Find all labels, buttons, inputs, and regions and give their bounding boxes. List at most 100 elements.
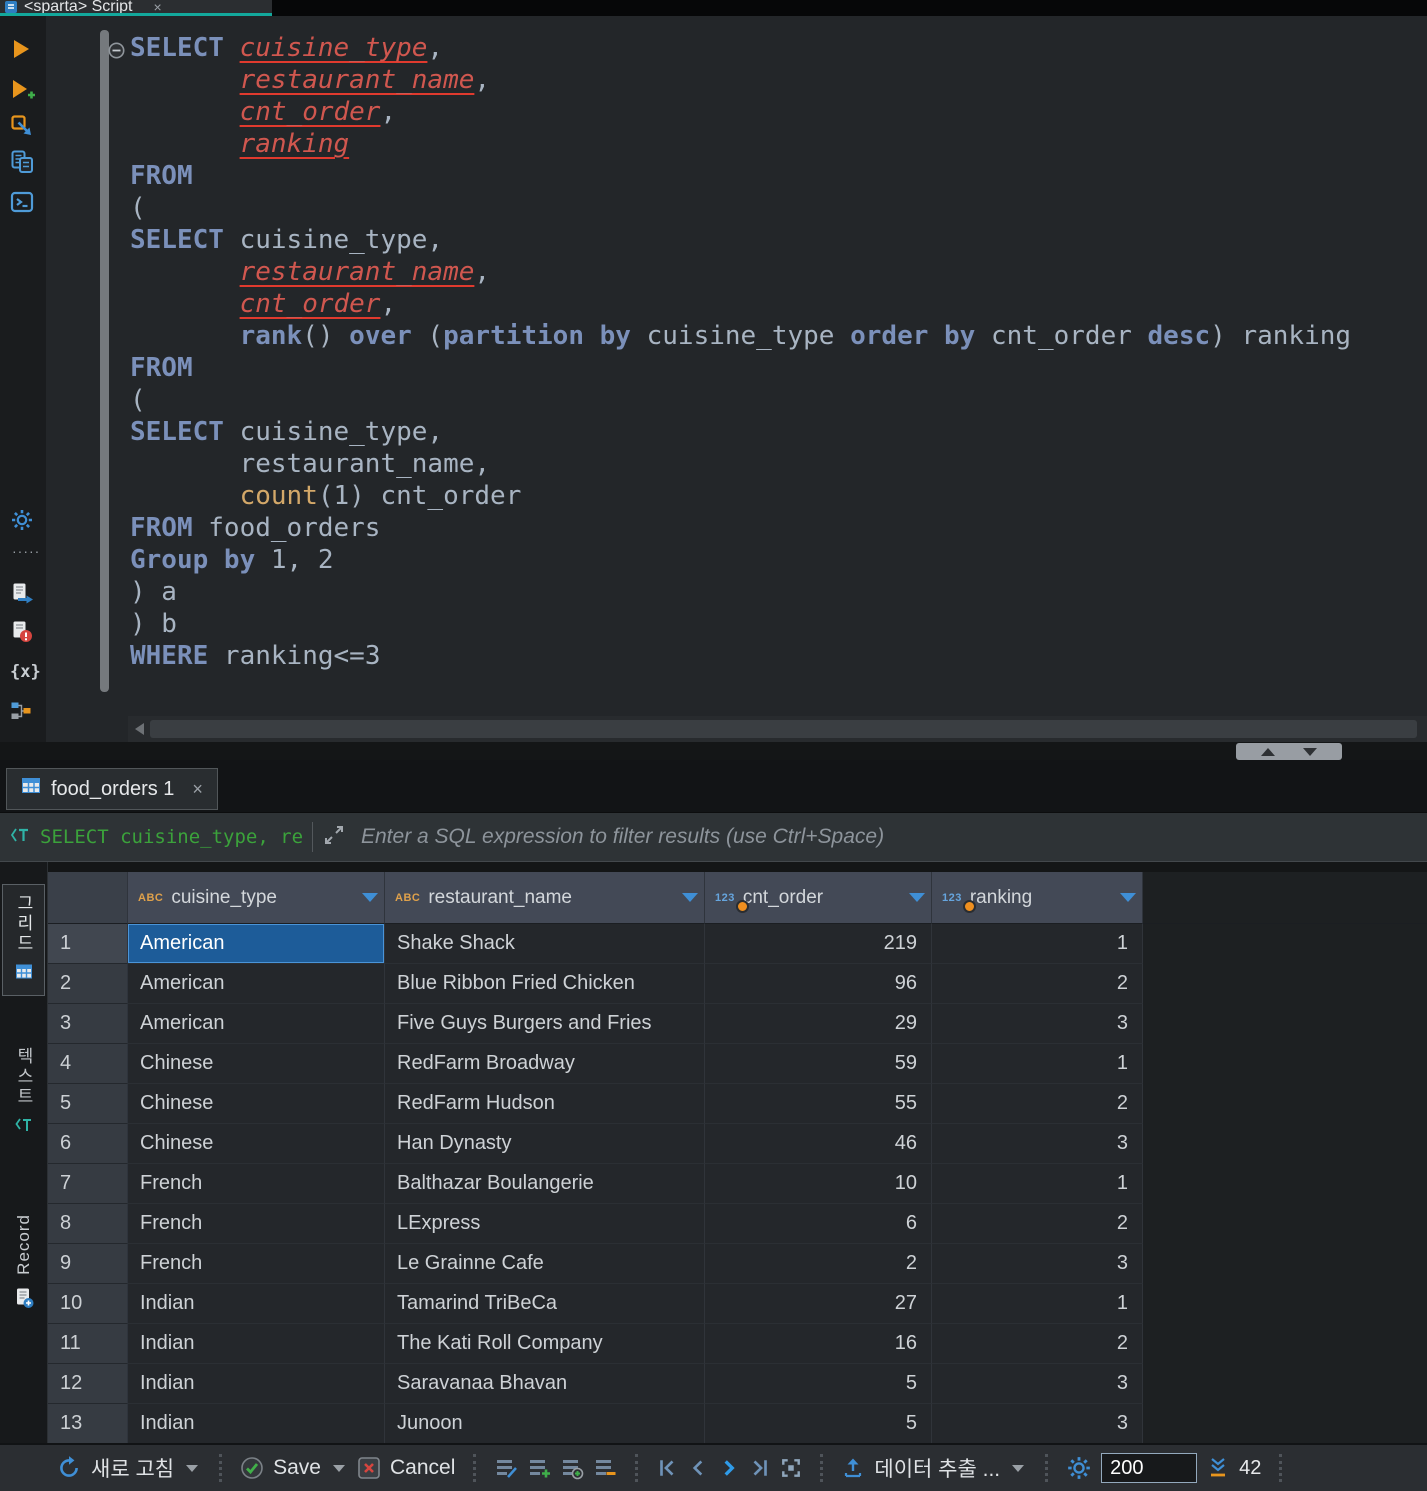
sql-console-icon[interactable] [10,190,34,214]
save-button[interactable]: Save [240,1456,321,1480]
first-row-button[interactable] [656,1457,678,1479]
table-cell[interactable]: Tamarind TriBeCa [385,1284,705,1324]
table-cell[interactable]: 2 [932,964,1143,1004]
table-cell[interactable]: 1 [932,924,1143,964]
results-tab[interactable]: food_orders 1 × [6,768,218,810]
previous-row-button[interactable] [687,1457,709,1479]
table-cell[interactable]: 219 [705,924,932,964]
table-cell[interactable]: 29 [705,1004,932,1044]
execute-statement-icon[interactable] [10,38,32,60]
mapping-icon[interactable] [10,700,32,722]
table-cell[interactable]: American [128,924,385,964]
table-cell[interactable]: 3 [932,1004,1143,1044]
code-line[interactable]: SELECT cuisine_type, [130,416,1351,448]
table-cell[interactable]: Le Grainne Cafe [385,1244,705,1284]
close-icon[interactable]: × [154,0,162,13]
code-line[interactable]: restaurant_name, [130,448,1351,480]
code-line[interactable]: FROM [130,352,1351,384]
code-line[interactable]: ( [130,384,1351,416]
panel-sash[interactable] [1236,743,1342,760]
table-cell[interactable]: 1 [932,1164,1143,1204]
table-cell[interactable]: Junoon [385,1404,705,1443]
next-row-button[interactable] [718,1457,740,1479]
code-line[interactable]: cnt_order, [130,288,1351,320]
row-number-cell[interactable]: 8 [48,1204,128,1244]
table-cell[interactable]: 2 [932,1084,1143,1124]
scroll-left-icon[interactable] [135,723,144,735]
variables-icon[interactable]: {x} [10,662,41,682]
sql-editor-pane[interactable]: SELECT cuisine_type, restaurant_name, cn… [46,16,1427,742]
code-line[interactable]: count(1) cnt_order [130,480,1351,512]
cancel-button[interactable]: Cancel [357,1456,455,1480]
code-line[interactable]: cnt_order, [130,96,1351,128]
filter-input[interactable]: Enter a SQL expression to filter results… [361,825,884,849]
code-line[interactable]: FROM food_orders [130,512,1351,544]
toolbar-overflow-icon[interactable]: ····· [12,543,40,559]
column-header-cnt_order[interactable]: 123 cnt_order [705,872,932,924]
code-line[interactable]: Group by 1, 2 [130,544,1351,576]
table-cell[interactable]: French [128,1164,385,1204]
script-validation-icon[interactable] [10,620,34,644]
filter-dropdown-icon[interactable] [1120,893,1136,902]
sql-code[interactable]: SELECT cuisine_type, restaurant_name, cn… [130,32,1351,672]
filter-dropdown-icon[interactable] [682,893,698,902]
maximize-panel-icon[interactable] [1261,747,1275,756]
row-number-cell[interactable]: 12 [48,1364,128,1404]
code-line[interactable]: restaurant_name, [130,64,1351,96]
filter-sql-preview[interactable]: SELECT cuisine_type, rest [40,826,302,848]
expand-filter-icon[interactable] [323,824,345,851]
code-line[interactable]: ) a [130,576,1351,608]
table-cell[interactable]: 96 [705,964,932,1004]
table-cell[interactable]: 16 [705,1324,932,1364]
table-cell[interactable]: 59 [705,1044,932,1084]
tab-grid-view[interactable]: 그리드 [2,884,45,996]
fetch-all-button[interactable] [1206,1456,1230,1480]
editor-settings-gear-icon[interactable] [10,508,34,532]
execute-new-tab-icon[interactable] [10,78,36,102]
row-number-cell[interactable]: 5 [48,1084,128,1124]
table-cell[interactable]: Saravanaa Bhavan [385,1364,705,1404]
code-line[interactable]: restaurant_name, [130,256,1351,288]
export-result-icon[interactable] [10,582,34,606]
dropdown-caret-icon[interactable] [186,1464,199,1472]
table-cell[interactable]: Chinese [128,1084,385,1124]
filter-dropdown-icon[interactable] [909,893,925,902]
table-cell[interactable]: 27 [705,1284,932,1324]
code-line[interactable]: ) b [130,608,1351,640]
last-row-button[interactable] [749,1457,771,1479]
table-cell[interactable]: 3 [932,1244,1143,1284]
result-settings-button[interactable] [1066,1455,1092,1481]
table-cell[interactable]: 3 [932,1124,1143,1164]
row-number-cell[interactable]: 4 [48,1044,128,1084]
table-cell[interactable]: American [128,964,385,1004]
row-number-cell[interactable]: 11 [48,1324,128,1364]
table-cell[interactable]: 2 [932,1204,1143,1244]
delete-row-button[interactable] [593,1456,617,1480]
row-number-cell[interactable]: 2 [48,964,128,1004]
code-line[interactable]: rank() over (partition by cuisine_type o… [130,320,1351,352]
minimize-panel-icon[interactable] [1303,747,1317,756]
table-cell[interactable]: Blue Ribbon Fried Chicken [385,964,705,1004]
copy-row-button[interactable] [560,1456,584,1480]
table-cell[interactable]: French [128,1244,385,1284]
row-number-cell[interactable]: 7 [48,1164,128,1204]
table-cell[interactable]: RedFarm Hudson [385,1084,705,1124]
table-cell[interactable]: 3 [932,1364,1143,1404]
table-cell[interactable]: French [128,1204,385,1244]
close-icon[interactable]: × [192,779,203,800]
code-fold-icon[interactable] [108,42,125,59]
add-row-button[interactable] [527,1456,551,1480]
table-cell[interactable]: Indian [128,1404,385,1443]
filter-dropdown-icon[interactable] [362,893,378,902]
table-cell[interactable]: 46 [705,1124,932,1164]
table-cell[interactable]: 10 [705,1164,932,1204]
column-header-restaurant_name[interactable]: ABC restaurant_name [385,872,705,924]
record-mode-toggle[interactable]: Record [2,1214,45,1314]
table-cell[interactable]: Chinese [128,1044,385,1084]
editor-tab[interactable]: <sparta> Script × [0,0,272,16]
execute-script-icon[interactable] [10,150,34,174]
table-cell[interactable]: Five Guys Burgers and Fries [385,1004,705,1044]
row-number-cell[interactable]: 10 [48,1284,128,1324]
table-cell[interactable]: 2 [705,1244,932,1284]
code-line[interactable]: ( [130,192,1351,224]
